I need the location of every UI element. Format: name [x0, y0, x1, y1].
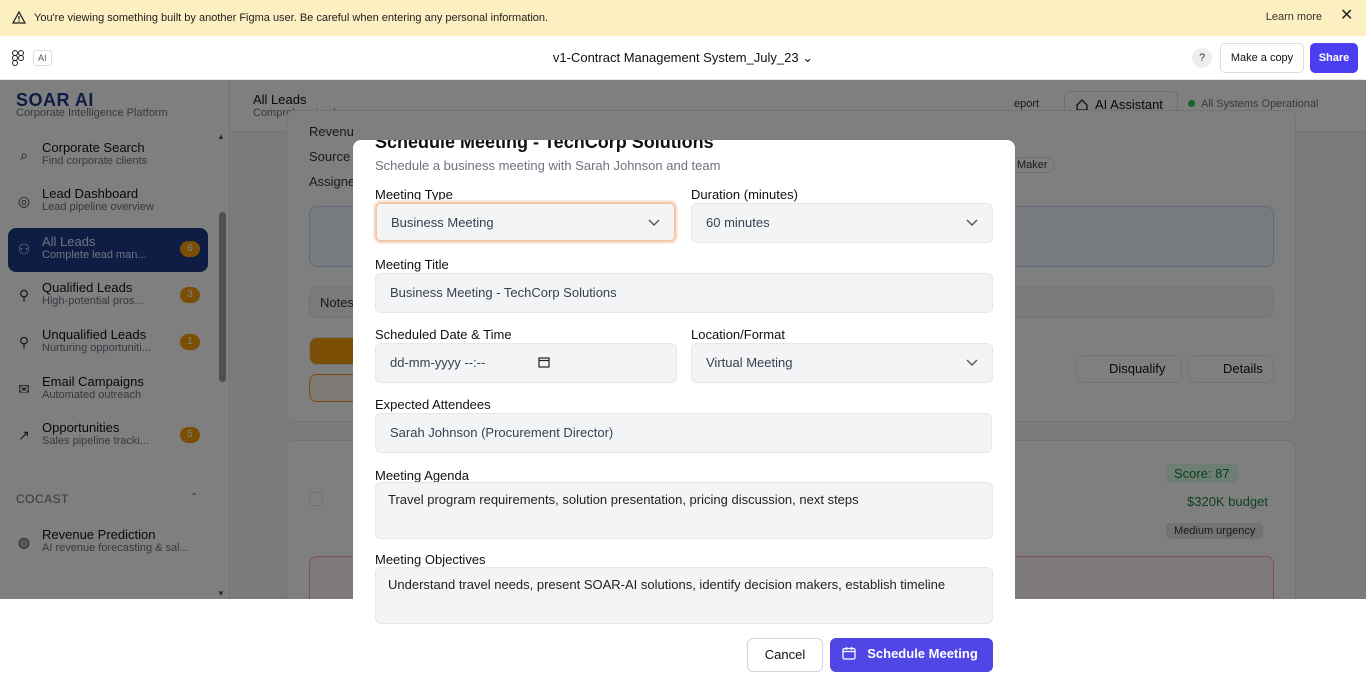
location-label: Location/Format — [691, 327, 785, 342]
attendees-input[interactable]: Sarah Johnson (Procurement Director) — [375, 413, 992, 453]
meeting-type-select[interactable]: Business Meeting — [375, 202, 676, 242]
agenda-textarea[interactable]: Travel program requirements, solution pr… — [375, 482, 993, 539]
meeting-type-value: Business Meeting — [391, 215, 494, 230]
agenda-value: Travel program requirements, solution pr… — [388, 492, 859, 507]
schedule-meeting-dialog: Schedule Meeting - TechCorp Solutions Sc… — [353, 140, 1015, 700]
duration-label: Duration (minutes) — [691, 187, 798, 202]
datetime-input[interactable]: dd-mm-yyyy --:-- — [375, 343, 677, 383]
warning-icon — [12, 11, 26, 24]
objectives-value: Understand travel needs, present SOAR-AI… — [388, 577, 946, 592]
file-title[interactable]: v1-Contract Management System_July_23 ⌄ — [0, 50, 1366, 66]
attendees-label: Expected Attendees — [375, 397, 491, 412]
chevron-down-icon — [966, 219, 978, 226]
learn-more-link[interactable]: Learn more — [1266, 11, 1322, 23]
objectives-label: Meeting Objectives — [375, 552, 486, 567]
datetime-placeholder: dd-mm-yyyy --:-- — [390, 355, 486, 370]
datetime-label: Scheduled Date & Time — [375, 327, 512, 342]
meeting-title-value: Business Meeting - TechCorp Solutions — [390, 285, 617, 300]
modal-overlay[interactable]: Schedule Meeting - TechCorp Solutions Sc… — [0, 80, 1366, 700]
chevron-down-icon: ⌄ — [802, 50, 814, 65]
share-button[interactable]: Share — [1310, 43, 1358, 73]
figma-warning-banner: You're viewing something built by anothe… — [0, 0, 1366, 36]
meeting-title-label: Meeting Title — [375, 257, 449, 272]
figma-toolbar: AI v1-Contract Management System_July_23… — [0, 36, 1366, 80]
attendees-value: Sarah Johnson (Procurement Director) — [390, 425, 614, 440]
agenda-label: Meeting Agenda — [375, 468, 469, 483]
banner-message: You're viewing something built by anothe… — [34, 12, 549, 24]
schedule-meeting-label: Schedule Meeting — [867, 646, 978, 661]
close-icon[interactable]: ✕ — [1340, 8, 1354, 24]
objectives-textarea[interactable]: Understand travel needs, present SOAR-AI… — [375, 567, 993, 624]
dialog-description: Schedule a business meeting with Sarah J… — [375, 158, 721, 173]
duration-select[interactable]: 60 minutes — [691, 203, 993, 243]
make-copy-button[interactable]: Make a copy — [1220, 43, 1304, 73]
chevron-down-icon — [648, 219, 660, 226]
meeting-title-input[interactable]: Business Meeting - TechCorp Solutions — [375, 273, 993, 313]
schedule-meeting-button[interactable]: Schedule Meeting — [830, 638, 993, 672]
chevron-down-icon — [966, 359, 978, 366]
help-button[interactable]: ? — [1192, 48, 1212, 68]
cancel-button[interactable]: Cancel — [747, 638, 823, 672]
duration-value: 60 minutes — [706, 215, 770, 230]
location-select[interactable]: Virtual Meeting — [691, 343, 993, 383]
calendar-icon — [842, 647, 856, 660]
location-value: Virtual Meeting — [706, 355, 793, 370]
dialog-title: Schedule Meeting - TechCorp Solutions — [375, 140, 714, 152]
meeting-type-label: Meeting Type — [375, 187, 453, 202]
calendar-icon[interactable] — [538, 356, 550, 368]
file-title-text: v1-Contract Management System_July_23 — [552, 50, 799, 65]
